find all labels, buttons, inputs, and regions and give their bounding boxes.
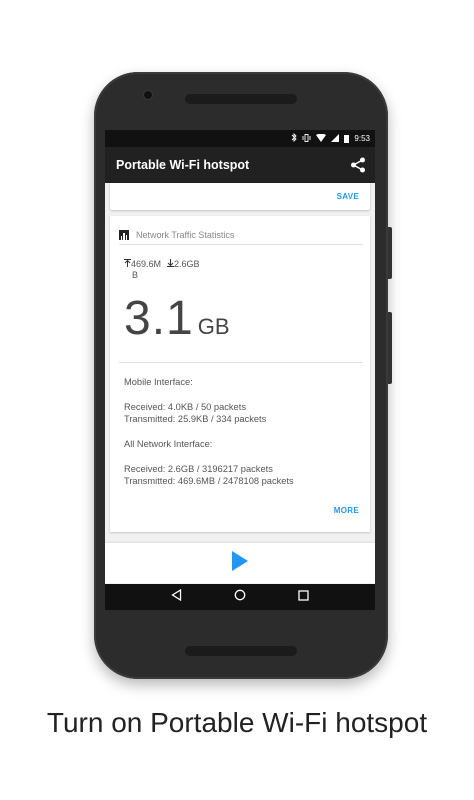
stats-header: Network Traffic Statistics [110,216,370,244]
power-button [388,312,392,384]
share-icon[interactable] [349,156,367,174]
stats-title: Network Traffic Statistics [136,230,235,240]
more-button[interactable]: MORE [334,506,359,515]
total-traffic: 3.1 GB [124,291,230,346]
traffic-summary: 469.6M 2.6GB B [124,259,200,281]
save-button[interactable]: SAVE [337,192,359,201]
total-value: 3.1 [124,292,194,345]
download-value: 2.6GB [174,259,200,269]
upload-unit: B [132,270,139,280]
upload-icon [124,259,131,267]
app-bar: Portable Wi-Fi hotspot [105,147,375,183]
divider [119,244,363,245]
status-bar: 9:53 [105,130,375,147]
all-received: Received: 2.6GB / 3196217 packets [124,464,273,474]
clock: 9:53 [354,134,370,143]
signal-icon [331,133,340,144]
back-icon[interactable] [171,588,182,606]
play-icon[interactable] [232,550,248,576]
content-area: SAVE Network Traffic Statistics 469.6M 2… [105,183,375,532]
mobile-transmitted: Transmitted: 25.9KB / 334 packets [124,414,267,424]
app-title: Portable Wi-Fi hotspot [116,158,250,172]
upload-stat: 469.6M [124,259,161,270]
home-icon[interactable] [234,588,246,606]
mobile-received: Received: 4.0KB / 50 packets [124,402,246,412]
settings-card: SAVE [110,183,370,210]
front-camera [144,91,152,99]
divider [119,362,363,363]
download-stat: 2.6GB [167,259,200,270]
recents-icon[interactable] [298,588,309,606]
download-icon [167,259,175,267]
all-transmitted: Transmitted: 469.6MB / 2478108 packets [124,476,294,486]
upload-value: 469.6M [131,259,162,269]
total-unit: GB [197,314,230,339]
top-speaker [185,94,297,104]
volume-button [388,227,392,279]
nav-bar [105,584,375,610]
action-bar [105,543,375,583]
vibrate-icon [302,133,311,144]
mobile-heading: Mobile Interface: [124,377,193,387]
all-heading: All Network Interface: [124,439,213,449]
battery-icon [344,134,350,143]
bottom-speaker [185,646,297,656]
phone-screen: 9:53 Portable Wi-Fi hotspot SAVE Network… [105,130,375,610]
bluetooth-icon [291,132,298,144]
wifi-icon [316,133,327,144]
promo-caption: Turn on Portable Wi-Fi hotspot [46,707,428,738]
traffic-stats-card: Network Traffic Statistics 469.6M 2.6GB … [110,216,370,532]
bar-chart-icon [119,230,129,240]
